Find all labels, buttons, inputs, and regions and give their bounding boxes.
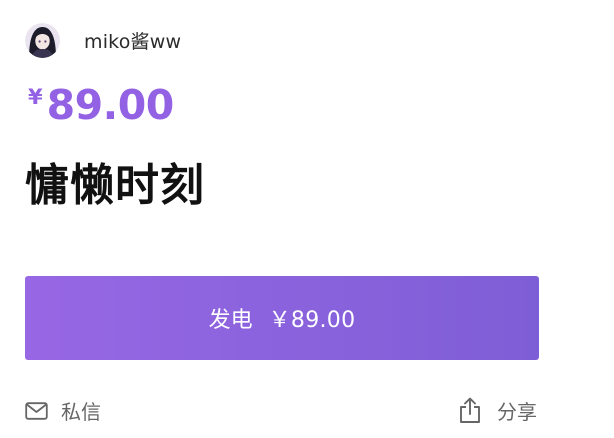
- avatar[interactable]: [25, 22, 60, 58]
- donate-button-label: 发电: [208, 308, 253, 333]
- author-row[interactable]: miko酱ww: [25, 22, 181, 58]
- donate-button-price: ￥89.00: [268, 308, 356, 333]
- price-display: ¥ 89.00: [28, 80, 174, 130]
- share-button-label: 分享: [497, 400, 537, 424]
- avatar-icon: [25, 22, 60, 58]
- message-button-label: 私信: [61, 400, 101, 424]
- product-title: 慵懒时刻: [25, 160, 205, 211]
- price-amount: 89.00: [46, 81, 175, 129]
- share-button[interactable]: 分享: [458, 396, 537, 425]
- share-icon: [458, 397, 482, 424]
- author-name[interactable]: miko酱ww: [84, 27, 181, 54]
- mail-icon: [25, 401, 48, 420]
- message-button[interactable]: 私信: [25, 396, 101, 425]
- price-currency: ¥: [28, 85, 43, 109]
- donate-button[interactable]: 发电 ￥89.00: [25, 276, 539, 360]
